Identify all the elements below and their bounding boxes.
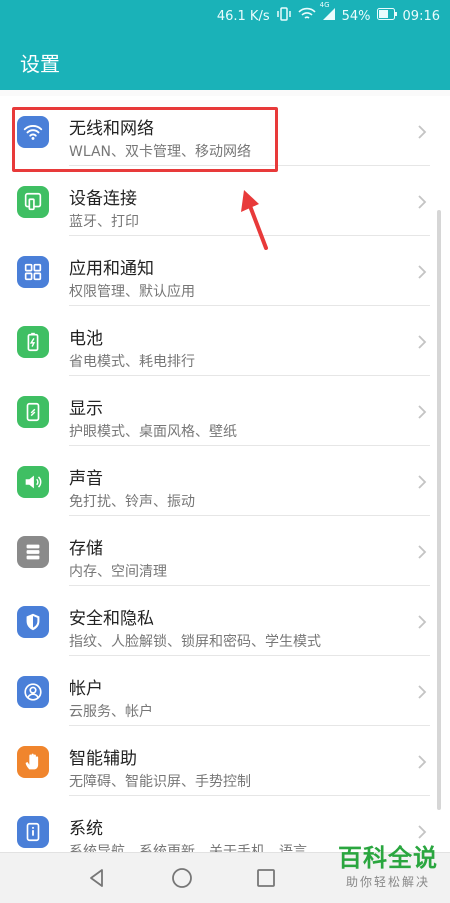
- display-icon: [17, 396, 49, 428]
- settings-item-subtitle: 指纹、人脸解锁、锁屏和密码、学生模式: [69, 634, 321, 650]
- settings-item-title: 安全和隐私: [69, 609, 154, 629]
- settings-item-storage[interactable]: 存储 内存、空间清理: [0, 516, 450, 586]
- system-info-icon: [17, 816, 49, 848]
- settings-item-subtitle: 系统导航、系统更新、关于手机、语言: [69, 844, 307, 852]
- settings-item-subtitle: 蓝牙、打印: [69, 214, 139, 230]
- page-title: 设置: [20, 52, 60, 76]
- settings-item-security-privacy[interactable]: 安全和隐私 指纹、人脸解锁、锁屏和密码、学生模式: [0, 586, 450, 656]
- settings-item-title: 声音: [69, 469, 103, 489]
- speaker-icon: [17, 466, 49, 498]
- settings-item-subtitle: 护眼模式、桌面风格、壁纸: [69, 424, 237, 440]
- settings-item-title: 帐户: [69, 679, 103, 699]
- highlight-box: [12, 107, 278, 172]
- settings-item-accounts[interactable]: 帐户 云服务、帐户: [0, 656, 450, 726]
- settings-item-title: 智能辅助: [69, 749, 137, 769]
- settings-item-subtitle: 无障碍、智能识屏、手势控制: [69, 774, 251, 790]
- chevron-right-icon: [418, 685, 427, 699]
- battery-percentage: 54%: [341, 8, 371, 24]
- battery-icon: [17, 326, 49, 358]
- settings-list[interactable]: 无线和网络 WLAN、双卡管理、移动网络 设备连接 蓝牙、打印 应用和通知 权限…: [0, 96, 450, 852]
- back-icon[interactable]: [85, 866, 109, 890]
- settings-item-title: 应用和通知: [69, 259, 154, 279]
- chevron-right-icon: [418, 755, 427, 769]
- settings-item-battery[interactable]: 电池 省电模式、耗电排行: [0, 306, 450, 376]
- signal-icon: 4G: [320, 1, 336, 25]
- chevron-right-icon: [418, 335, 427, 349]
- watermark: 百科全说 助你轻松解决: [338, 838, 438, 890]
- recent-apps-icon[interactable]: [254, 866, 278, 890]
- network-speed: 46.1 K/s: [216, 8, 270, 24]
- home-icon[interactable]: [170, 866, 194, 890]
- shield-icon: [17, 606, 49, 638]
- settings-item-subtitle: 省电模式、耗电排行: [69, 354, 195, 370]
- settings-item-apps-notifications[interactable]: 应用和通知 权限管理、默认应用: [0, 236, 450, 306]
- chevron-right-icon: [418, 475, 427, 489]
- settings-item-sound[interactable]: 声音 免打扰、铃声、振动: [0, 446, 450, 516]
- hand-icon: [17, 746, 49, 778]
- settings-item-smart-assistance[interactable]: 智能辅助 无障碍、智能识屏、手势控制: [0, 726, 450, 796]
- vibrate-icon: [276, 7, 292, 25]
- wifi-status-icon: [298, 7, 316, 25]
- settings-item-title: 显示: [69, 399, 103, 419]
- settings-item-title: 存储: [69, 539, 103, 559]
- settings-item-display[interactable]: 显示 护眼模式、桌面风格、壁纸: [0, 376, 450, 446]
- settings-item-subtitle: 云服务、帐户: [69, 704, 153, 720]
- chevron-right-icon: [418, 545, 427, 559]
- settings-item-subtitle: 免打扰、铃声、振动: [69, 494, 195, 510]
- battery-status-icon: [376, 8, 397, 24]
- app-header: 设置: [0, 32, 450, 90]
- settings-item-title: 电池: [69, 329, 103, 349]
- watermark-brand: 百科全说: [338, 844, 438, 872]
- settings-item-subtitle: 权限管理、默认应用: [69, 284, 195, 300]
- chevron-right-icon: [418, 615, 427, 629]
- red-arrow-annotation: [241, 190, 268, 250]
- scrollbar[interactable]: [437, 210, 441, 810]
- settings-item-title: 设备连接: [69, 189, 137, 209]
- settings-item-subtitle: 内存、空间清理: [69, 564, 167, 580]
- status-bar: 46.1 K/s 4G 54% 09:16: [0, 0, 450, 32]
- chevron-right-icon: [418, 125, 427, 139]
- apps-grid-icon: [17, 256, 49, 288]
- storage-icon: [17, 536, 49, 568]
- watermark-slogan: 助你轻松解决: [345, 875, 430, 889]
- chevron-right-icon: [418, 195, 427, 209]
- network-type-badge: 4G: [319, 1, 330, 9]
- settings-item-device-connection[interactable]: 设备连接 蓝牙、打印: [0, 166, 450, 236]
- clock: 09:16: [402, 8, 440, 24]
- account-icon: [17, 676, 49, 708]
- chevron-right-icon: [418, 265, 427, 279]
- device-connect-icon: [17, 186, 49, 218]
- chevron-right-icon: [418, 405, 427, 419]
- settings-item-title: 系统: [69, 819, 103, 839]
